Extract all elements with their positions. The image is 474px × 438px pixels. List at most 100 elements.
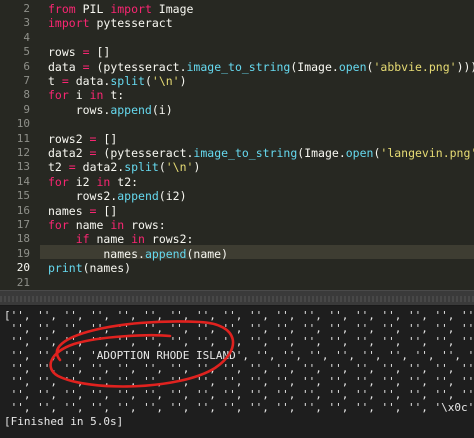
code-token: from xyxy=(48,2,76,16)
code-token: = xyxy=(82,45,90,60)
code-token: open xyxy=(338,59,367,74)
code-token: '\n' xyxy=(151,74,180,88)
code-line[interactable]: print(names) xyxy=(48,261,131,275)
code-token: image_to_string xyxy=(193,146,298,160)
code-token: in xyxy=(96,174,111,189)
code-token: data xyxy=(48,59,83,74)
line-number: 6 xyxy=(23,59,30,73)
line-number: 4 xyxy=(23,30,30,44)
code-token: data2 xyxy=(48,146,90,160)
code-token: PIL xyxy=(75,2,111,16)
code-line[interactable]: rows2 = [] xyxy=(48,132,117,146)
code-line[interactable]: data2 = (pytesseract.image_to_string(Ima… xyxy=(48,146,474,160)
code-token: rows2 xyxy=(48,131,90,146)
code-token: import xyxy=(48,16,90,31)
code-token: image_to_string xyxy=(186,59,291,74)
code-token: Image xyxy=(151,2,194,16)
code-line[interactable]: import pytesseract xyxy=(48,16,173,30)
code-token: append xyxy=(144,246,187,261)
line-number: 9 xyxy=(23,102,30,116)
code-token: name xyxy=(89,232,132,247)
line-number: 12 xyxy=(16,146,30,159)
code-token: (pytesseract. xyxy=(89,59,187,74)
line-number: 15 xyxy=(16,189,30,203)
line-number: 21 xyxy=(16,275,30,289)
code-line[interactable]: rows.append(i) xyxy=(48,103,173,117)
code-line[interactable]: t = data.split('\n') xyxy=(48,74,187,88)
code-line[interactable]: data = (pytesseract.image_to_string(Imag… xyxy=(48,60,474,74)
code-token: name xyxy=(68,218,111,232)
line-number: 11 xyxy=(16,131,30,145)
code-token: data. xyxy=(68,74,111,88)
line-number: 18 xyxy=(16,232,30,246)
code-token: t2: xyxy=(110,174,139,189)
red-circle-annotation xyxy=(49,320,235,388)
code-line[interactable]: from PIL import Image xyxy=(48,2,193,16)
code-line[interactable]: for i in t: xyxy=(48,88,124,102)
splitter-grip[interactable] xyxy=(0,296,474,302)
code-token: ) xyxy=(179,74,187,88)
code-token: rows2: xyxy=(144,232,194,247)
code-token: (Image. xyxy=(297,146,346,160)
code-token: 'abbvie.png' xyxy=(373,59,457,74)
line-number: 2 xyxy=(23,2,30,15)
code-line[interactable]: for i2 in t2: xyxy=(48,175,138,189)
line-number: 7 xyxy=(23,74,30,87)
code-token: (names) xyxy=(82,261,132,276)
code-token: 'langevin.png' xyxy=(380,146,474,160)
line-number: 10 xyxy=(16,117,30,131)
code-token: for xyxy=(48,174,69,189)
code-line[interactable]: if name in rows2: xyxy=(48,232,194,247)
code-token: = xyxy=(61,74,69,88)
code-token: ( xyxy=(158,160,166,175)
code-token: [] xyxy=(96,131,118,146)
code-token: names xyxy=(48,203,90,218)
line-number: 8 xyxy=(23,88,30,102)
code-editor[interactable]: 2 3 4 5 6 7 8 9 10 11 12 13 14 15 16 17 18 19 20 21 from PI… xyxy=(0,0,474,290)
code-token: ))) xyxy=(456,59,474,74)
code-line[interactable]: rows2.append(i2) xyxy=(48,189,187,203)
code-token: for xyxy=(48,218,69,232)
code-token: '\n' xyxy=(165,160,194,175)
line-number: 17 xyxy=(16,218,30,231)
code-token: i2 xyxy=(68,174,97,189)
build-output-panel[interactable]: ['', '', '', '', '', '', '', '', '', '',… xyxy=(0,306,474,438)
code-token: split xyxy=(110,74,145,88)
line-number: 3 xyxy=(23,16,30,30)
code-line[interactable]: names = [] xyxy=(48,204,117,218)
code-token: t2 xyxy=(48,160,69,175)
code-line[interactable]: names.append(name) xyxy=(48,247,228,261)
code-token: = xyxy=(68,160,76,175)
code-token: = xyxy=(82,59,90,74)
code-token: rows xyxy=(48,45,83,60)
line-number: 19 xyxy=(16,246,30,260)
code-token: pytesseract xyxy=(89,16,173,31)
code-line[interactable]: rows = [] xyxy=(48,45,110,59)
panel-splitter[interactable] xyxy=(0,290,474,306)
code-token: t: xyxy=(103,88,125,103)
code-token: data2. xyxy=(75,160,125,175)
code-token: for xyxy=(48,88,69,103)
code-token: import xyxy=(110,2,152,16)
code-token: in xyxy=(110,218,125,232)
code-token: append xyxy=(117,189,159,204)
code-token: append xyxy=(110,102,152,117)
line-number: 20 xyxy=(16,261,30,275)
code-token: i xyxy=(68,88,90,103)
code-line[interactable]: t2 = data2.split('\n') xyxy=(48,160,200,174)
code-token: rows: xyxy=(124,218,166,232)
line-number: 16 xyxy=(16,203,30,217)
code-token: t xyxy=(48,74,62,88)
code-token: (Image. xyxy=(290,59,339,74)
code-token: names. xyxy=(48,246,145,261)
line-number: 13 xyxy=(16,160,30,174)
code-token: ( xyxy=(144,74,152,88)
code-token: (name) xyxy=(186,246,229,261)
code-token: if xyxy=(75,232,90,247)
line-number-gutter: 2 3 4 5 6 7 8 9 10 11 12 13 14 15 16 17 18 19 20 21 xyxy=(0,0,40,290)
code-token: (i2) xyxy=(158,189,187,204)
code-token: rows. xyxy=(48,102,111,117)
code-line[interactable]: for name in rows: xyxy=(48,218,166,232)
code-token: [] xyxy=(89,45,111,60)
